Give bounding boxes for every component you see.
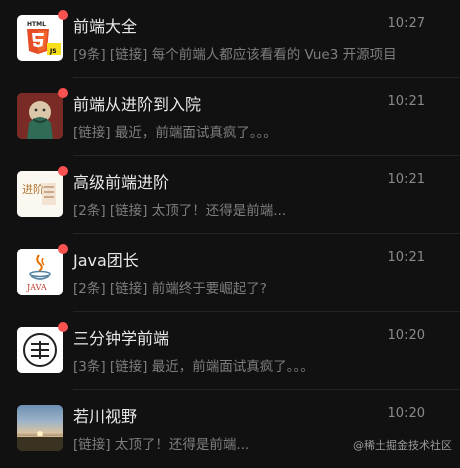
chat-preview: [2条] [链接] 太顶了！还得是前端... bbox=[73, 203, 287, 219]
avatar-container bbox=[17, 405, 63, 451]
java-logo-icon: JAVA bbox=[17, 249, 63, 295]
avatar-container: 进阶 bbox=[17, 166, 68, 217]
chat-title: 高级前端进阶 bbox=[73, 173, 170, 192]
chat-time: 10:27 bbox=[387, 16, 425, 31]
chat-time: 10:20 bbox=[387, 406, 425, 421]
chat-time: 10:21 bbox=[387, 94, 425, 109]
chat-title: Java团长 bbox=[73, 251, 139, 270]
sunset-photo-icon bbox=[17, 405, 63, 451]
unread-dot-icon bbox=[58, 244, 68, 254]
chat-preview: [链接] 最近，前端面试真疯了。。。 bbox=[73, 125, 277, 141]
three-minutes-logo-icon bbox=[17, 327, 63, 373]
chat-preview: [2条] [链接] 前端终于要崛起了? bbox=[73, 281, 267, 297]
html5-logo-icon: HTML JS bbox=[17, 15, 63, 61]
advanced-logo-icon: 进阶 bbox=[17, 171, 63, 217]
chat-title: 三分钟学前端 bbox=[73, 329, 170, 348]
chat-row-three-minutes[interactable]: 三分钟学前端 10:20 [3条] [链接] 最近，前端面试真疯了。。。 bbox=[0, 312, 460, 390]
chat-preview: [3条] [链接] 最近，前端面试真疯了。。。 bbox=[73, 359, 314, 375]
avatar-container: JAVA bbox=[17, 244, 68, 295]
chat-row-frontend-daquan[interactable]: HTML JS 前端大全 10:27 [9条] [链接] 每个前端人都应该看看的… bbox=[0, 0, 460, 78]
avatar-text: JAVA bbox=[26, 283, 47, 292]
avatar-container bbox=[17, 322, 68, 373]
chat-row-advanced-frontend[interactable]: 进阶 高级前端进阶 10:21 [2条] [链接] 太顶了！还得是前端... bbox=[0, 156, 460, 234]
avatar-text: 进阶 bbox=[22, 182, 44, 196]
chat-title: 若川视野 bbox=[73, 407, 138, 426]
chat-time: 10:21 bbox=[387, 172, 425, 187]
chat-title: 前端从进阶到入院 bbox=[73, 95, 202, 114]
unread-dot-icon bbox=[58, 10, 68, 20]
chat-row-java-tuanzhang[interactable]: JAVA Java团长 10:21 [2条] [链接] 前端终于要崛起了? bbox=[0, 234, 460, 312]
unread-dot-icon bbox=[58, 322, 68, 332]
avatar-container bbox=[17, 88, 68, 139]
chat-title: 前端大全 bbox=[73, 17, 138, 36]
chat-row-ruochuan[interactable]: 若川视野 10:20 [链接] 太顶了！还得是前端... bbox=[0, 390, 460, 468]
unread-dot-icon bbox=[58, 88, 68, 98]
artwork-avatar-icon bbox=[17, 93, 63, 139]
chat-preview: [链接] 太顶了！还得是前端... bbox=[73, 437, 250, 453]
unread-dot-icon bbox=[58, 166, 68, 176]
watermark: @稀土掘金技术社区 bbox=[353, 439, 452, 452]
chat-row-advance-to-hospital[interactable]: 前端从进阶到入院 10:21 [链接] 最近，前端面试真疯了。。。 bbox=[0, 78, 460, 156]
avatar-container: HTML JS bbox=[17, 10, 68, 61]
svg-text:HTML: HTML bbox=[27, 21, 46, 28]
chat-preview: [9条] [链接] 每个前端人都应该看看的 Vue3 开源项目 bbox=[73, 47, 397, 63]
chat-time: 10:20 bbox=[387, 328, 425, 343]
svg-text:JS: JS bbox=[49, 48, 57, 55]
chat-time: 10:21 bbox=[387, 250, 425, 265]
